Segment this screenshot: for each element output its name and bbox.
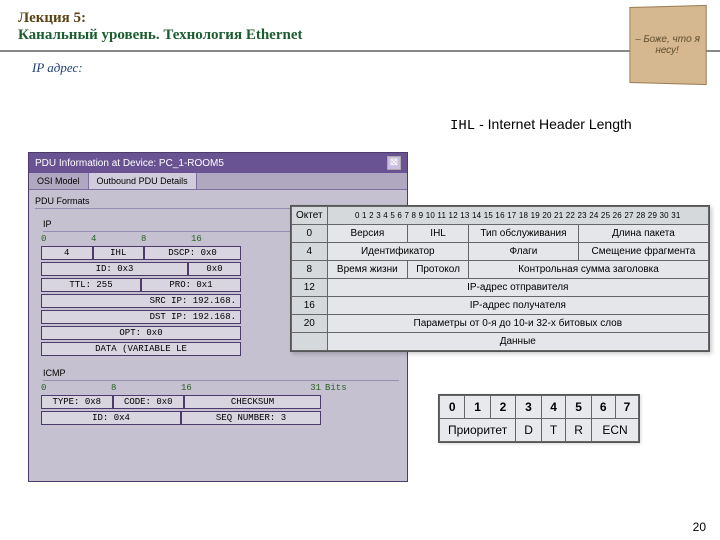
cell-ihl: IHL: [408, 225, 469, 243]
ruler-8: 8: [141, 234, 191, 244]
cell-version: Версия: [327, 225, 408, 243]
ecn-label: ECN: [591, 419, 638, 442]
shopping-bag-image: – Боже, что я несу!: [629, 5, 706, 85]
bit-3: 3: [516, 396, 542, 419]
cell-protocol: Протокол: [408, 261, 469, 279]
window-title: PDU Information at Device: PC_1-ROOM5: [35, 158, 224, 169]
icmp-type-field: TYPE: 0x8: [41, 395, 113, 409]
icmp-id-field: ID: 0x4: [41, 411, 181, 425]
ruler-4: 4: [91, 234, 141, 244]
icmp-code-field: CODE: 0x0: [113, 395, 185, 409]
bit-7: 7: [615, 396, 639, 419]
ihl-full: Internet Header Length: [488, 116, 632, 132]
ip-version-field: 4: [41, 246, 93, 260]
icmp-bit-ruler: 0 8 16 31: [41, 383, 321, 393]
close-icon[interactable]: ⊠: [387, 156, 401, 170]
icmp-section-label: ICMP: [43, 368, 399, 381]
t-flag: T: [541, 419, 565, 442]
tab-strip: OSI Model Outbound PDU Details: [29, 173, 407, 190]
slide-header: Лекция 5: Канальный уровень. Технология …: [0, 0, 720, 52]
row0-octet: 0: [292, 225, 328, 243]
row4-octet: 4: [292, 243, 328, 261]
ip-ihl-field: IHL: [93, 246, 145, 260]
lecture-number: Лекция 5:: [18, 10, 86, 26]
ip-flags-field: 0x0: [188, 262, 241, 276]
bit-5: 5: [566, 396, 592, 419]
cell-src-ip: IP-адрес отправителя: [327, 279, 708, 297]
tos-priority-table: 0 1 2 3 4 5 6 7 Приоритет D T R ECN: [438, 394, 640, 443]
icmp-ruler-31: 31: [251, 383, 321, 393]
bit-6: 6: [591, 396, 615, 419]
ihl-definition: IHL - Internet Header Length: [450, 116, 632, 134]
cell-tos: Тип обслуживания: [469, 225, 579, 243]
ip-src-field: SRC IP: 192.168.: [41, 294, 241, 308]
cell-flags: Флаги: [469, 243, 579, 261]
tab-osi-model[interactable]: OSI Model: [29, 173, 89, 189]
ip-protocol-field: PRO: 0x1: [141, 278, 241, 292]
cell-fragment-offset: Смещение фрагмента: [578, 243, 708, 261]
ip-data-field: DATA (VARIABLE LE: [41, 342, 241, 356]
ihl-separator: -: [479, 116, 484, 132]
ip-dscp-field: DSCP: 0x0: [144, 246, 241, 260]
icmp-ruler-8: 8: [111, 383, 181, 393]
priority-label: Приоритет: [440, 419, 516, 442]
icmp-ruler-16: 16: [181, 383, 251, 393]
cell-identifier: Идентификатор: [327, 243, 469, 261]
octet-header: Октет: [292, 207, 328, 225]
bit-1: 1: [465, 396, 490, 419]
window-titlebar: PDU Information at Device: PC_1-ROOM5 ⊠: [29, 153, 407, 173]
ip-header-structure-table: Октет 0 1 2 3 4 5 6 7 8 9 10 11 12 13 14…: [290, 205, 710, 352]
row16-octet: 16: [292, 297, 328, 315]
row8-octet: 8: [292, 261, 328, 279]
r-flag: R: [566, 419, 592, 442]
ruler-0: 0: [41, 234, 91, 244]
bit-2: 2: [490, 396, 515, 419]
cell-data: Данные: [327, 333, 708, 351]
ip-options-field: OPT: 0x0: [41, 326, 241, 340]
cell-checksum: Контрольная сумма заголовка: [469, 261, 709, 279]
cell-dst-ip: IP-адрес получателя: [327, 297, 708, 315]
row12-octet: 12: [292, 279, 328, 297]
ip-ttl-field: TTL: 255: [41, 278, 141, 292]
rowdata-octet: [292, 333, 328, 351]
icmp-seq-field: SEQ NUMBER: 3: [181, 411, 321, 425]
ip-dst-field: DST IP: 192.168.: [41, 310, 241, 324]
ihl-abbrev: IHL: [450, 118, 475, 134]
bit-positions-header: 0 1 2 3 4 5 6 7 8 9 10 11 12 13 14 15 16…: [327, 207, 708, 225]
page-number: 20: [693, 520, 706, 534]
tab-outbound-pdu[interactable]: Outbound PDU Details: [89, 173, 197, 189]
cell-options: Параметры от 0-я до 10-и 32-х битовых сл…: [327, 315, 708, 333]
ip-bit-ruler: 0 4 8 16: [41, 234, 241, 244]
bits-label: Bits: [325, 383, 347, 393]
row20-octet: 20: [292, 315, 328, 333]
cell-ttl: Время жизни: [327, 261, 408, 279]
lecture-title: Канальный уровень. Технология Ethernet: [18, 27, 302, 43]
icmp-ruler-0: 0: [41, 383, 111, 393]
ruler-16: 16: [191, 234, 241, 244]
bit-4: 4: [541, 396, 565, 419]
ip-address-heading: IP адрес:: [32, 60, 720, 76]
icmp-checksum-field: CHECKSUM: [184, 395, 321, 409]
cell-length: Длина пакета: [578, 225, 708, 243]
d-flag: D: [516, 419, 542, 442]
ip-id-field: ID: 0x3: [41, 262, 188, 276]
bit-0: 0: [440, 396, 465, 419]
